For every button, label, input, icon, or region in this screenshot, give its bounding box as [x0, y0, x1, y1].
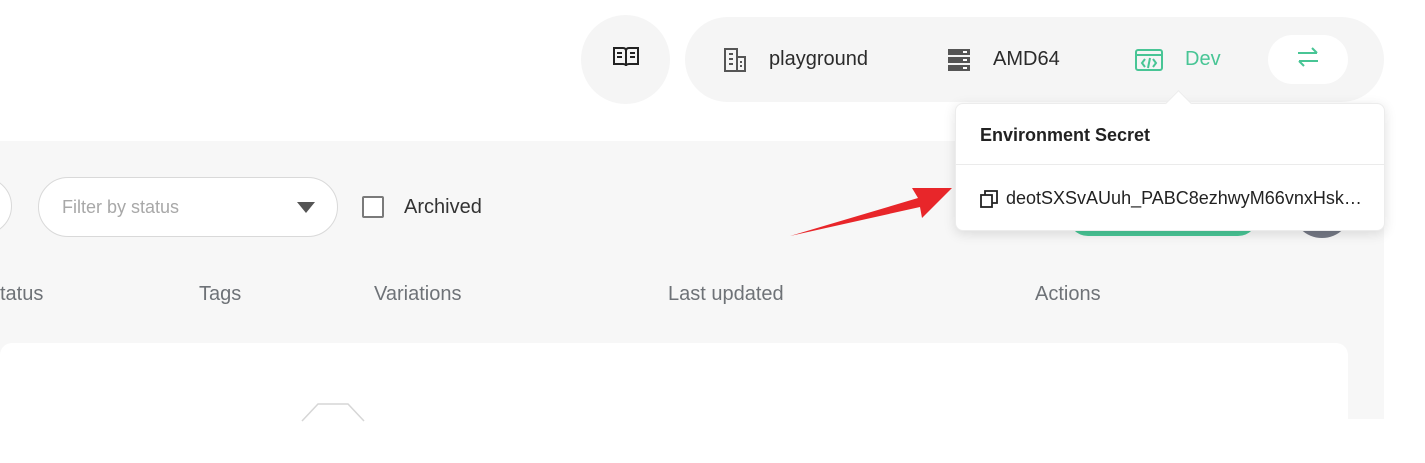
column-header-last-updated: Last updated [668, 283, 784, 305]
swap-arrows-icon [1297, 47, 1319, 72]
status-filter-placeholder: Filter by status [62, 196, 180, 217]
column-header-status: tatus [0, 283, 44, 305]
environment-secret-popover: Environment Secret deotSXSvAUuh_PABC8ezh… [955, 90, 1385, 231]
hexagon-icon [300, 403, 366, 428]
building-icon [723, 47, 747, 73]
column-header-tags: Tags [199, 283, 242, 305]
table-body-card [0, 343, 1348, 463]
popover-title: Environment Secret [980, 125, 1151, 145]
chevron-down-icon [297, 202, 315, 213]
arch-label: AMD64 [993, 48, 1060, 70]
environment-label: Dev [1185, 48, 1221, 70]
copy-icon [980, 189, 998, 208]
docs-button[interactable] [581, 15, 670, 104]
archived-checkbox[interactable] [362, 196, 384, 218]
code-window-icon [1135, 48, 1163, 72]
column-header-variations: Variations [374, 283, 462, 305]
project-label: playground [769, 48, 868, 70]
server-icon [947, 48, 971, 72]
switch-environment-button[interactable] [1268, 35, 1348, 84]
arch-selector[interactable]: AMD64 [947, 17, 1060, 102]
secret-value: deotSXSvAUuh_PABC8ezhwyM66vnxHsk7K4j [1006, 188, 1365, 208]
divider [956, 164, 1384, 165]
column-header-actions: Actions [1035, 283, 1101, 305]
environment-selector: playground AMD64 Dev [685, 17, 1384, 102]
status-filter-select[interactable]: Filter by status [38, 177, 338, 237]
archived-label: Archived [404, 196, 482, 218]
project-selector[interactable]: playground [723, 17, 868, 102]
copy-secret-button[interactable]: deotSXSvAUuh_PABC8ezhwyM66vnxHsk7K4j [980, 188, 1365, 209]
book-open-icon [612, 45, 640, 74]
